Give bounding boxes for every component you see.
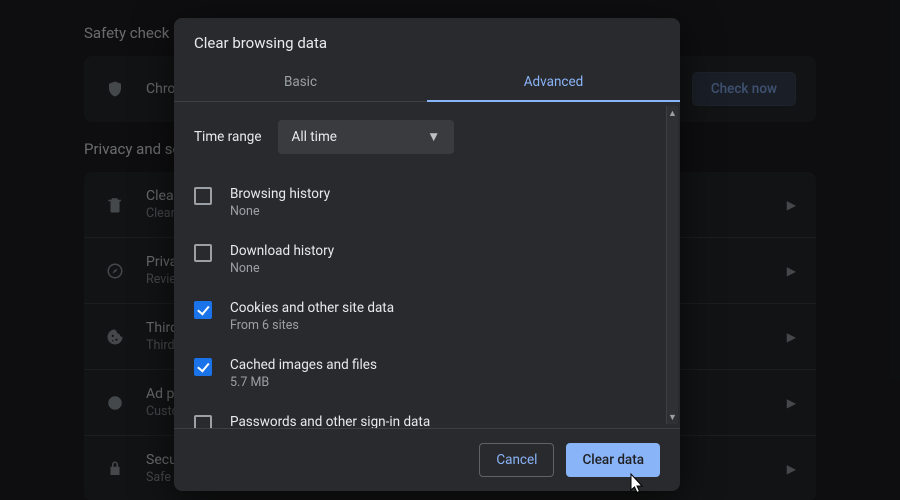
tab-advanced[interactable]: Advanced: [427, 62, 680, 101]
opt-sub: 5.7 MB: [230, 375, 377, 390]
checkbox-cookies[interactable]: [194, 301, 212, 319]
dialog-scroll-area: Time range All time ▼ Browsing history N…: [174, 102, 680, 428]
time-range-value: All time: [292, 129, 337, 145]
option-passwords: Passwords and other sign-in data 4 passw…: [194, 404, 660, 428]
clear-data-button[interactable]: Clear data: [566, 443, 660, 477]
opt-sub: None: [230, 261, 334, 276]
checkbox-passwords[interactable]: [194, 415, 212, 428]
opt-title: Download history: [230, 243, 334, 259]
opt-sub: From 6 sites: [230, 318, 394, 333]
dialog-title: Clear browsing data: [174, 18, 680, 62]
checkbox-cache[interactable]: [194, 358, 212, 376]
checkbox-download-history[interactable]: [194, 244, 212, 262]
opt-sub: None: [230, 204, 330, 219]
opt-title: Cookies and other site data: [230, 300, 394, 316]
scrollbar[interactable]: ▲ ▼: [666, 106, 678, 424]
caret-down-icon: ▼: [427, 129, 440, 145]
time-range-label: Time range: [194, 129, 262, 145]
opt-title: Browsing history: [230, 186, 330, 202]
dialog-tabs: Basic Advanced: [174, 62, 680, 102]
option-cache: Cached images and files 5.7 MB: [194, 347, 660, 404]
option-download-history: Download history None: [194, 233, 660, 290]
tab-basic[interactable]: Basic: [174, 62, 427, 101]
dialog-actions: Cancel Clear data: [174, 428, 680, 491]
option-cookies: Cookies and other site data From 6 sites: [194, 290, 660, 347]
cancel-button[interactable]: Cancel: [479, 443, 554, 477]
opt-title: Passwords and other sign-in data: [230, 414, 548, 428]
scroll-up-icon[interactable]: ▲: [667, 106, 678, 120]
clear-browsing-data-dialog: Clear browsing data Basic Advanced Time …: [174, 18, 680, 491]
opt-title: Cached images and files: [230, 357, 377, 373]
time-range-select[interactable]: All time ▼: [278, 120, 455, 154]
option-browsing-history: Browsing history None: [194, 176, 660, 233]
scroll-down-icon[interactable]: ▼: [667, 410, 678, 424]
checkbox-browsing-history[interactable]: [194, 187, 212, 205]
